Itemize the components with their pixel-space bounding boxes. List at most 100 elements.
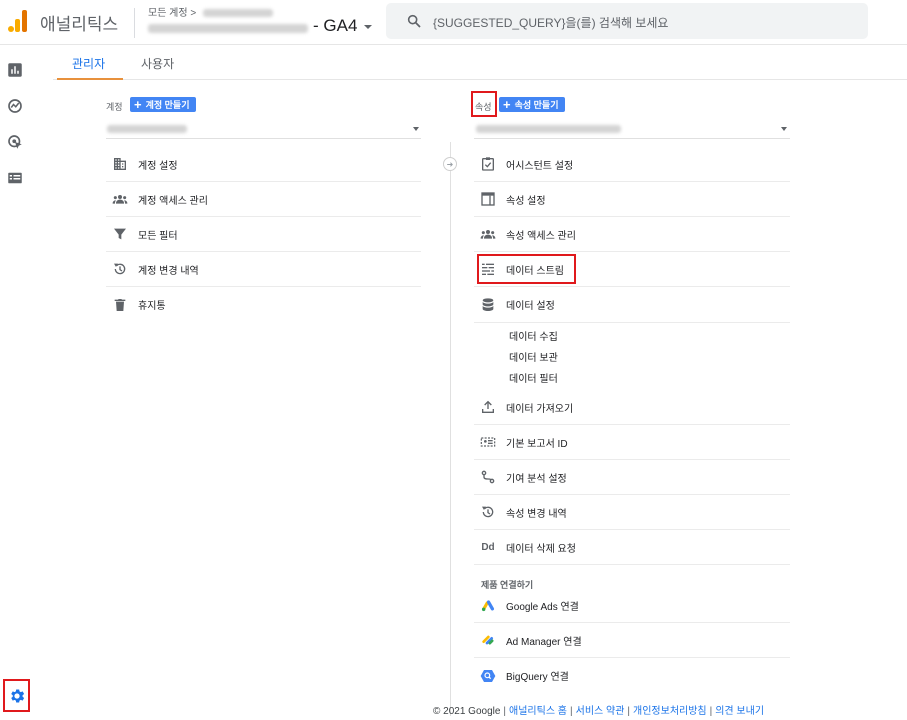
menu-label: 데이터 스트림 <box>506 265 564 277</box>
footer-link-privacy[interactable]: 개인정보처리방침 <box>633 706 707 717</box>
active-tab-indicator <box>57 78 123 80</box>
filter-icon <box>112 226 128 242</box>
account-breadcrumb[interactable]: 모든 계정 > <box>148 4 273 19</box>
footer: © 2021 Google | 애널리틱스 홈 | 서비스 약관 | 개인정보처리방침 | 의견… <box>433 706 765 717</box>
menu-google-ads-link[interactable]: Google Ads 연결 <box>474 588 790 623</box>
menu-account-history[interactable]: 계정 변경 내역 <box>106 252 421 287</box>
menu-label: 계정 액세스 관리 <box>138 195 208 207</box>
reports-icon[interactable] <box>6 61 24 79</box>
account-select-caret-icon[interactable] <box>413 127 419 131</box>
menu-label: 기여 분석 설정 <box>506 473 567 485</box>
database-icon <box>480 297 496 313</box>
create-account-button[interactable]: + 계정 만들기 <box>130 97 196 112</box>
stream-icon <box>480 261 496 277</box>
menu-property-access[interactable]: 속성 액세스 관리 <box>474 217 790 252</box>
menu-trash[interactable]: 휴지통 <box>106 287 421 322</box>
menu-label: 계정 설정 <box>138 160 178 172</box>
redacted-account-select <box>107 125 187 133</box>
account-column-label: 계정 <box>106 102 123 112</box>
people-icon <box>480 226 496 242</box>
menu-label: Google Ads 연결 <box>506 601 579 613</box>
menu-label: 모든 필터 <box>138 230 178 242</box>
menu-label: 휴지통 <box>138 301 166 312</box>
menu-property-history[interactable]: 속성 변경 내역 <box>474 495 790 530</box>
google-ads-icon <box>480 597 496 613</box>
menu-bigquery-link[interactable]: BigQuery 연결 <box>474 658 790 693</box>
account-crumb-label: 모든 계정 > <box>148 8 197 19</box>
property-column-label: 속성 <box>475 102 492 112</box>
plus-icon: + <box>134 97 142 112</box>
caret-down-icon[interactable] <box>364 25 372 29</box>
admin-main: 관리자 사용자 계정 + 계정 만들기 계정 설정 계정 액세스 관리 모든 필… <box>53 45 907 720</box>
menu-label: 어시스턴트 설정 <box>506 160 574 172</box>
footer-link-terms[interactable]: 서비스 약관 <box>576 706 625 717</box>
create-property-label: 속성 만들기 <box>514 100 559 110</box>
id-card-icon <box>480 434 496 450</box>
menu-attribution-settings[interactable]: 기여 분석 설정 <box>474 460 790 495</box>
menu-label: 계정 변경 내역 <box>138 265 199 277</box>
people-icon <box>112 191 128 207</box>
menu-label: 데이터 설정 <box>506 301 555 312</box>
footer-link-feedback[interactable]: 의견 보내기 <box>715 706 764 717</box>
menu-label: 속성 액세스 관리 <box>506 230 576 242</box>
menu-label: Ad Manager 연결 <box>506 636 582 648</box>
top-header: 애널리틱스 모든 계정 > - GA4 {SUGGESTED_QUERY}을(를… <box>0 0 907 45</box>
tab-admin[interactable]: 관리자 <box>72 55 105 72</box>
menu-ad-manager-link[interactable]: Ad Manager 연결 <box>474 623 790 658</box>
column-divider <box>450 142 451 716</box>
menu-reporting-identity[interactable]: 기본 보고서 ID <box>474 425 790 460</box>
search-bar[interactable]: {SUGGESTED_QUERY}을(를) 검색해 보세요 <box>386 3 868 39</box>
menu-setup-assistant[interactable]: 어시스턴트 설정 <box>474 147 790 182</box>
redacted-property-select <box>476 125 621 133</box>
menu-label: 속성 변경 내역 <box>506 508 567 520</box>
redacted-property-name <box>148 24 308 33</box>
ad-manager-icon <box>480 632 496 648</box>
header-divider <box>134 8 135 38</box>
configure-icon[interactable] <box>6 169 24 187</box>
menu-label: BigQuery 연결 <box>506 672 569 683</box>
menu-label: 기본 보고서 ID <box>506 438 568 450</box>
menu-data-deletion[interactable]: Dd 데이터 삭제 요청 <box>474 530 790 565</box>
property-select-underline <box>474 138 790 139</box>
admin-gear-button[interactable] <box>3 679 30 712</box>
history-icon <box>112 261 128 277</box>
history-icon <box>480 504 496 520</box>
search-icon <box>407 14 421 28</box>
bigquery-icon <box>480 668 496 684</box>
menu-property-settings[interactable]: 속성 설정 <box>474 182 790 217</box>
row-divider <box>474 322 790 323</box>
redacted-account-name <box>202 9 273 18</box>
submenu-data-collection[interactable]: 데이터 수집 <box>509 328 558 343</box>
footer-copyright: © 2021 Google <box>433 706 501 717</box>
menu-data-settings[interactable]: 데이터 설정 <box>474 287 790 322</box>
create-account-label: 계정 만들기 <box>145 100 190 110</box>
menu-label: 데이터 가져오기 <box>506 403 574 415</box>
property-select-caret-icon[interactable] <box>781 127 787 131</box>
menu-account-access[interactable]: 계정 액세스 관리 <box>106 182 421 217</box>
submenu-data-filters[interactable]: 데이터 필터 <box>509 370 558 385</box>
menu-account-settings[interactable]: 계정 설정 <box>106 147 421 182</box>
menu-data-import[interactable]: 데이터 가져오기 <box>474 390 790 425</box>
app-name[interactable]: 애널리틱스 <box>40 10 118 35</box>
footer-link-analytics-home[interactable]: 애널리틱스 홈 <box>509 706 567 717</box>
search-placeholder: {SUGGESTED_QUERY}을(를) 검색해 보세요 <box>433 16 669 30</box>
analytics-logo-icon[interactable] <box>8 10 28 32</box>
attribution-icon <box>480 469 496 485</box>
property-selector[interactable]: - GA4 <box>313 16 357 36</box>
create-property-button[interactable]: + 속성 만들기 <box>499 97 565 112</box>
menu-data-streams[interactable]: 데이터 스트림 <box>474 252 790 287</box>
tab-user[interactable]: 사용자 <box>141 55 174 72</box>
tab-bar: 관리자 사용자 <box>53 45 907 80</box>
building-icon <box>112 156 128 172</box>
gear-icon <box>10 688 24 703</box>
menu-all-filters[interactable]: 모든 필터 <box>106 217 421 252</box>
submenu-data-retention[interactable]: 데이터 보관 <box>509 349 558 364</box>
explore-icon[interactable] <box>6 97 24 115</box>
trash-icon <box>112 297 128 313</box>
plus-icon: + <box>503 97 511 112</box>
dd-icon: Dd <box>481 541 495 553</box>
upload-icon <box>480 399 496 415</box>
account-select-underline <box>106 138 421 139</box>
advertising-icon[interactable] <box>6 133 24 151</box>
window-icon <box>480 191 496 207</box>
